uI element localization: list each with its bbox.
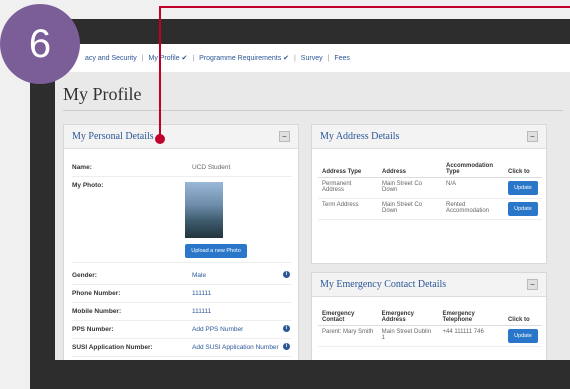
- value-gender[interactable]: Male: [192, 272, 206, 279]
- column-header: Emergency Contact: [318, 309, 378, 326]
- cell-address-type: Term Address: [318, 198, 378, 220]
- nav-separator: |: [192, 55, 195, 62]
- row-name: Name: UCD Student: [72, 159, 292, 177]
- table-row: Parent: Mary Smith Main Street Dublin 1 …: [318, 325, 542, 347]
- address-details-header: My Address Details −: [312, 125, 546, 149]
- label-name: Name:: [72, 164, 92, 171]
- address-details-panel: My Address Details − Address Type Addres…: [311, 124, 547, 264]
- label-susi: SUSI Application Number:: [72, 344, 153, 351]
- value-name: UCD Student: [192, 164, 231, 171]
- screen: acy and Security | My Profile ✔ | Progra…: [55, 44, 570, 360]
- label-mobile: Mobile Number:: [72, 308, 122, 315]
- callout-line: [160, 6, 570, 8]
- cell-contact: Parent: Mary Smith: [318, 325, 378, 347]
- update-button[interactable]: Update: [507, 202, 538, 216]
- emergency-table: Emergency Contact Emergency Address Emer…: [318, 309, 542, 347]
- step-badge: 6: [0, 4, 80, 84]
- nav-item-privacy[interactable]: acy and Security: [85, 55, 137, 62]
- cell-address-type: Permanent Address: [318, 177, 378, 199]
- nav-separator: |: [294, 55, 296, 62]
- cell-accommodation: Rented Accommodation: [441, 198, 504, 220]
- callout-line-vertical: [159, 6, 161, 138]
- nav-item-my-profile[interactable]: My Profile ✔: [148, 55, 187, 62]
- address-table: Address Type Address Accommodation Type …: [318, 161, 542, 220]
- nav-separator: |: [141, 55, 144, 62]
- info-icon[interactable]: i: [283, 325, 290, 332]
- cell-action: Update: [503, 177, 542, 199]
- personal-details-header: My Personal Details −: [64, 125, 298, 149]
- cell-action: Update: [503, 325, 542, 347]
- page-title: My Profile: [63, 84, 142, 104]
- collapse-button[interactable]: −: [527, 131, 538, 142]
- cell-telephone: +44 111111 746: [438, 325, 504, 347]
- collapse-button[interactable]: −: [527, 279, 538, 290]
- emergency-contact-header: My Emergency Contact Details −: [312, 273, 546, 297]
- value-mobile[interactable]: 111111: [192, 308, 211, 315]
- callout-dot: [155, 134, 165, 144]
- column-header: Emergency Telephone: [438, 309, 504, 326]
- table-row: Term Address Main Street Co Down Rented …: [318, 198, 542, 220]
- row-gender: Gender: Male i: [72, 267, 292, 285]
- nav-separator: |: [327, 55, 330, 62]
- label-phone: Phone Number:: [72, 290, 121, 297]
- add-susi-link[interactable]: Add SUSI Application Number: [192, 344, 279, 351]
- row-pps: PPS Number: Add PPS Number i: [72, 321, 292, 339]
- row-phone: Phone Number: 111111: [72, 285, 292, 303]
- value-phone[interactable]: 111111: [192, 290, 211, 297]
- personal-details-panel: My Personal Details − Name: UCD Student …: [63, 124, 299, 360]
- label-photo: My Photo:: [72, 182, 104, 189]
- top-nav: acy and Security | My Profile ✔ | Progra…: [55, 54, 353, 62]
- column-header: Accommodation Type: [441, 161, 504, 178]
- column-header: Emergency Address: [377, 309, 439, 326]
- column-header: Click to: [503, 309, 542, 326]
- nav-item-fees[interactable]: Fees: [334, 55, 350, 62]
- info-icon[interactable]: i: [283, 271, 290, 278]
- update-button[interactable]: Update: [507, 329, 538, 343]
- column-header: Address Type: [318, 161, 378, 178]
- nav-item-survey[interactable]: Survey: [301, 55, 323, 62]
- info-icon[interactable]: i: [283, 343, 290, 350]
- cell-accommodation: N/A: [441, 177, 504, 199]
- add-pps-link[interactable]: Add PPS Number: [192, 326, 243, 333]
- cell-address: Main Street Co Down: [377, 198, 442, 220]
- table-row: Permanent Address Main Street Co Down N/…: [318, 177, 542, 199]
- column-header: Address: [377, 161, 442, 178]
- label-gender: Gender:: [72, 272, 97, 279]
- nav-item-programme-requirements[interactable]: Programme Requirements ✔: [199, 55, 289, 62]
- row-mobile: Mobile Number: 111111: [72, 303, 292, 321]
- row-photo: My Photo:: [72, 177, 292, 263]
- label-pps: PPS Number:: [72, 326, 114, 333]
- table-header-row: Emergency Contact Emergency Address Emer…: [318, 309, 542, 326]
- collapse-button[interactable]: −: [279, 131, 290, 142]
- title-divider: [63, 110, 563, 111]
- row-susi: SUSI Application Number: Add SUSI Applic…: [72, 339, 292, 357]
- emergency-contact-panel: My Emergency Contact Details − Emergency…: [311, 272, 547, 360]
- cell-address: Main Street Co Down: [377, 177, 442, 199]
- emergency-contact-title: My Emergency Contact Details: [320, 279, 447, 290]
- upload-photo-button[interactable]: Upload a new Photo: [185, 244, 247, 258]
- table-header-row: Address Type Address Accommodation Type …: [318, 161, 542, 178]
- update-button[interactable]: Update: [507, 181, 538, 195]
- personal-details-title: My Personal Details: [72, 131, 154, 142]
- column-header: Click to: [503, 161, 542, 178]
- cell-action: Update: [503, 198, 542, 220]
- profile-photo: [185, 182, 223, 238]
- cell-address: Main Street Dublin 1: [377, 325, 439, 347]
- address-details-title: My Address Details: [320, 131, 400, 142]
